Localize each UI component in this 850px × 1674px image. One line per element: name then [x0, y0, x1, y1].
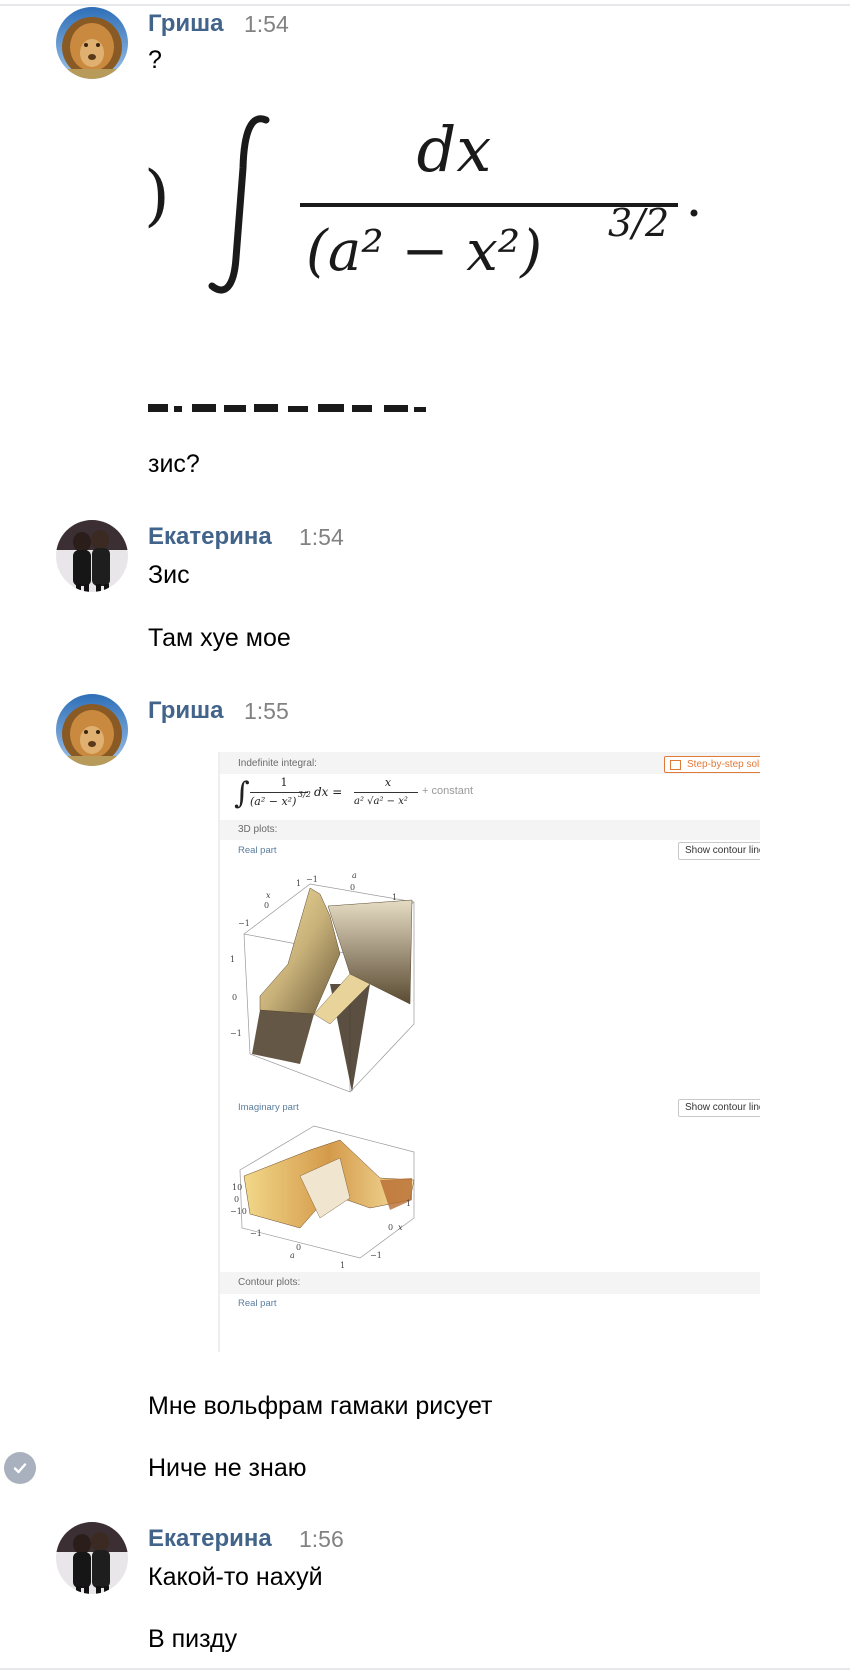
- svg-text:−1: −1: [250, 1229, 262, 1238]
- couple-avatar-image: [56, 1522, 128, 1594]
- wa-3d-plots-label: 3D plots:: [238, 824, 278, 835]
- integral-sign-icon: [208, 115, 270, 294]
- svg-text:x: x: [398, 1223, 403, 1232]
- real-part-3d-plot: x 0 −1 1 −1 a 0 1 1 0 −1: [230, 871, 415, 1093]
- svg-text:−10: −10: [230, 1207, 247, 1216]
- svg-text:0: 0: [296, 1243, 301, 1252]
- avatar-grisha[interactable]: [56, 7, 128, 79]
- formula-image[interactable]: ) dx (a² − x²) 3/2: [148, 108, 718, 412]
- lion-avatar-image: [56, 694, 128, 766]
- integral-formula: ) dx (a² − x²) 3/2: [148, 113, 698, 412]
- message-time[interactable]: 1:54: [244, 11, 289, 38]
- message-text: Мне вольфрам гамаки рисует: [148, 1392, 493, 1420]
- svg-text:−1: −1: [370, 1251, 382, 1260]
- svg-text:0: 0: [232, 993, 237, 1002]
- message-text: Какой-то нахуй: [148, 1563, 323, 1591]
- imaginary-part-3d-plot: 10 0 −10 −1 0 a 1 1 0 x −1: [230, 1125, 415, 1268]
- message-text: Ниче не знаю: [148, 1454, 307, 1482]
- avatar-ekaterina[interactable]: [56, 1522, 128, 1594]
- message-time[interactable]: 1:54: [299, 524, 344, 551]
- svg-text:1: 1: [296, 879, 301, 888]
- message-text: Зис: [148, 561, 190, 589]
- wa-dx: dx =: [314, 785, 343, 799]
- svg-text:1: 1: [406, 1199, 411, 1208]
- svg-text:1: 1: [340, 1261, 345, 1268]
- formula-exponent: 3/2: [608, 201, 669, 245]
- svg-text:1: 1: [230, 955, 235, 964]
- top-divider: [0, 4, 850, 6]
- svg-text:0: 0: [264, 901, 269, 910]
- author-name[interactable]: Екатерина: [148, 523, 272, 551]
- svg-text:a: a: [290, 1251, 295, 1260]
- wa-rhs-num: x: [384, 776, 392, 789]
- message-time[interactable]: 1:55: [244, 698, 289, 725]
- wa-contour-plots-label: Contour plots:: [238, 1277, 301, 1288]
- svg-text:0: 0: [234, 1195, 239, 1204]
- wa-real-part-label: Real part: [238, 845, 277, 856]
- svg-text:0: 0: [350, 883, 355, 892]
- wolfram-screenshot[interactable]: Indefinite integral: Step-by-step solu ∫…: [218, 752, 760, 1352]
- wa-lhs-den: (a² − x²): [250, 795, 297, 808]
- wa-rhs-den: a² √a² − x²: [354, 796, 408, 807]
- svg-text:a: a: [352, 871, 357, 880]
- author-name[interactable]: Гриша: [148, 697, 223, 725]
- avatar-ekaterina[interactable]: [56, 520, 128, 592]
- wa-contour-band: [220, 1272, 760, 1294]
- wa-real-part-label-2: Real part: [238, 1298, 277, 1309]
- svg-text:10: 10: [232, 1183, 242, 1192]
- message-text: зис?: [148, 450, 200, 478]
- wa-indefinite-label: Indefinite integral:: [238, 758, 317, 769]
- message-time[interactable]: 1:56: [299, 1526, 344, 1553]
- wa-constant: + constant: [422, 785, 474, 797]
- step-by-step-button[interactable]: Step-by-step solu: [664, 756, 760, 773]
- svg-text:−1: −1: [306, 875, 318, 884]
- author-name[interactable]: Екатерина: [148, 1525, 272, 1553]
- avatar-grisha[interactable]: [56, 694, 128, 766]
- check-icon: [13, 1463, 27, 1474]
- message-text: В пизду: [148, 1625, 238, 1653]
- svg-text:x: x: [266, 891, 271, 900]
- show-contour-button[interactable]: Show contour line: [678, 842, 760, 860]
- author-name[interactable]: Гриша: [148, 10, 223, 38]
- svg-text:1: 1: [392, 893, 397, 902]
- checkbox-icon: [670, 760, 681, 770]
- read-status-check-icon[interactable]: [4, 1452, 36, 1484]
- couple-avatar-image: [56, 520, 128, 592]
- bottom-divider: [0, 1668, 850, 1670]
- wa-integral-sign-icon: ∫: [234, 776, 250, 811]
- wa-3d-band: [220, 820, 760, 840]
- message-text: ?: [148, 46, 162, 74]
- formula-numerator: dx: [417, 113, 492, 186]
- wa-imag-part-label: Imaginary part: [238, 1102, 299, 1113]
- lion-avatar-image: [56, 7, 128, 79]
- svg-text:−1: −1: [230, 1029, 242, 1038]
- wa-lhs-exp: 3/2: [298, 790, 311, 799]
- show-contour-button[interactable]: Show contour line: [678, 1099, 760, 1117]
- formula-left-paren: ): [148, 157, 170, 234]
- wa-lhs-num: 1: [280, 776, 288, 789]
- svg-text:0: 0: [388, 1223, 393, 1232]
- formula-denominator: (a² − x²): [306, 219, 542, 284]
- message-text: Там хуе мое: [148, 624, 291, 652]
- svg-text:−1: −1: [238, 919, 250, 928]
